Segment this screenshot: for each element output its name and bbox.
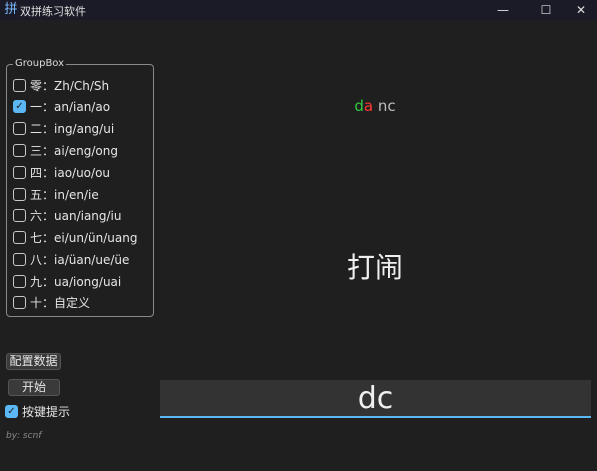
checkbox-icon: [13, 121, 26, 135]
checkbox-icon: [13, 187, 26, 201]
checkbox-icon: [13, 252, 26, 266]
option-2-checkbox[interactable]: 二：ing/ang/ui: [13, 120, 114, 136]
option-label: 七：ei/un/ün/uang: [30, 230, 138, 245]
option-6-checkbox[interactable]: 六：uan/iang/iu: [13, 207, 122, 223]
window-title: 双拼练习软件: [20, 5, 86, 18]
maximize-button[interactable]: ☐: [530, 0, 562, 20]
option-10-checkbox[interactable]: 十：自定义: [13, 294, 90, 310]
checkbox-checked-icon: ✓: [5, 404, 18, 418]
close-button[interactable]: ✕: [565, 0, 597, 20]
groupbox-title: GroupBox: [13, 58, 67, 69]
checkbox-icon: [13, 274, 26, 288]
checkbox-icon: [13, 165, 26, 179]
app-icon: 拼: [4, 2, 18, 17]
checkbox-icon: [13, 295, 26, 309]
scheme-groupbox: GroupBox 零：Zh/Ch/Sh ✓ 一：an/ian/ao 二：ing/…: [6, 58, 154, 317]
checkbox-icon: [13, 208, 26, 222]
minimize-button[interactable]: —: [487, 0, 519, 20]
start-button[interactable]: 开始: [8, 379, 60, 396]
checkbox-icon: [13, 143, 26, 157]
option-label: 九：ua/iong/uai: [30, 274, 122, 289]
key-hint-label: 按键提示: [22, 404, 71, 419]
key-hint-checkbox[interactable]: ✓ 按键提示: [5, 403, 70, 419]
option-label: 六：uan/iang/iu: [30, 208, 122, 223]
checkbox-checked-icon: ✓: [13, 99, 26, 113]
title-bar: 拼 双拼练习软件 — ☐ ✕: [0, 0, 597, 20]
option-5-checkbox[interactable]: 五：in/en/ie: [13, 186, 99, 202]
key-hint-display: da nc: [330, 97, 420, 115]
option-0-checkbox[interactable]: 零：Zh/Ch/Sh: [13, 77, 109, 93]
option-label: 十：自定义: [30, 295, 91, 310]
author-byline: by: scnf: [6, 431, 42, 441]
option-label: 三：ai/eng/ong: [30, 143, 118, 158]
option-label: 八：ia/üan/ue/üe: [30, 252, 130, 267]
hint-remaining-keys: nc: [373, 97, 396, 115]
option-label: 四：iao/uo/ou: [30, 165, 111, 180]
answer-input[interactable]: dc: [160, 380, 591, 418]
checkbox-icon: [13, 230, 26, 244]
hint-correct-key: d: [354, 97, 364, 115]
option-label: 二：ing/ang/ui: [30, 121, 115, 136]
hint-wrong-key: a: [363, 97, 374, 115]
option-8-checkbox[interactable]: 八：ia/üan/ue/üe: [13, 251, 129, 267]
option-label: 零：Zh/Ch/Sh: [30, 78, 110, 93]
option-3-checkbox[interactable]: 三：ai/eng/ong: [13, 142, 118, 158]
config-data-button[interactable]: 配置数据: [6, 353, 61, 370]
practice-word: 打闹: [346, 251, 403, 284]
option-4-checkbox[interactable]: 四：iao/uo/ou: [13, 164, 110, 180]
option-9-checkbox[interactable]: 九：ua/iong/uai: [13, 273, 121, 289]
checkbox-icon: [13, 78, 26, 92]
option-7-checkbox[interactable]: 七：ei/un/ün/uang: [13, 229, 137, 245]
option-label: 五：in/en/ie: [30, 187, 99, 202]
option-label: 一：an/ian/ao: [30, 99, 111, 114]
option-1-checkbox[interactable]: ✓ 一：an/ian/ao: [13, 98, 110, 114]
